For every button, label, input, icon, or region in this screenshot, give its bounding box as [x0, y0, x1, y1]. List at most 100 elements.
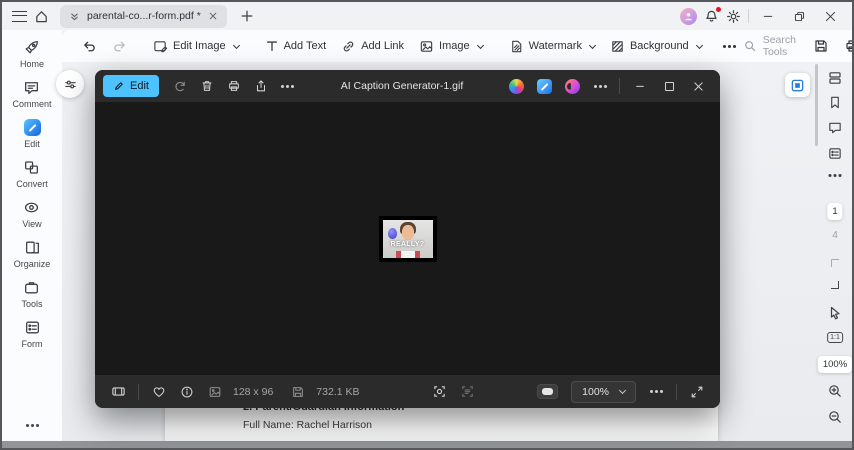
form-icon — [25, 321, 39, 334]
more-icon — [30, 424, 34, 427]
chevron-down-icon — [695, 41, 703, 49]
watermark-button[interactable]: Watermark — [503, 35, 601, 58]
viewer-zoom-level: 100% — [582, 385, 610, 398]
sidebar-item-organize[interactable]: Organize — [14, 239, 50, 269]
sidebar-more-button[interactable] — [30, 424, 34, 427]
undo-button[interactable] — [76, 35, 103, 58]
sidebar-item-form[interactable]: Form — [22, 319, 43, 349]
viewer-more-right-button[interactable] — [587, 73, 613, 99]
notifications-button[interactable] — [704, 6, 721, 24]
designer-app-icon[interactable] — [509, 78, 524, 94]
sliders-icon — [64, 80, 76, 88]
divider — [748, 9, 749, 23]
form-field-icon — [829, 148, 841, 159]
sidebar-item-tools[interactable]: Tools — [21, 279, 43, 309]
home-button[interactable] — [34, 9, 49, 24]
sidebar-item-edit[interactable]: Edit — [23, 119, 41, 149]
adjust-properties-button[interactable] — [56, 70, 84, 98]
watermark-icon — [511, 40, 521, 52]
sidebar-item-convert[interactable]: Convert — [16, 159, 48, 189]
more-icon — [286, 84, 290, 88]
image-dimensions-label: 128 x 96 — [233, 385, 274, 398]
viewer-share-button[interactable] — [248, 73, 274, 99]
sidebar-item-label: Form — [21, 339, 43, 349]
hamburger-icon — [12, 10, 27, 22]
filmstrip-button[interactable] — [105, 379, 131, 405]
more-icon — [833, 174, 837, 177]
viewer-maximize-button[interactable] — [655, 73, 683, 99]
tab-close-button[interactable] — [208, 11, 218, 21]
viewer-canvas: REALLY? — [95, 102, 720, 375]
zoom-out-button[interactable] — [827, 409, 843, 425]
sidebar-item-home[interactable]: Home — [20, 39, 44, 69]
add-link-button[interactable]: Add Link — [335, 35, 410, 58]
background-label: Background — [629, 40, 689, 52]
tab-collapse-icon[interactable] — [69, 11, 80, 22]
gif-image[interactable]: REALLY? — [378, 215, 437, 262]
window-restore-button[interactable] — [787, 5, 811, 27]
rotate-button[interactable] — [167, 73, 193, 99]
visual-search-button[interactable] — [426, 379, 452, 405]
viewer-minimize-button[interactable] — [626, 73, 654, 99]
delete-button[interactable] — [194, 73, 220, 99]
maximize-icon — [664, 81, 674, 91]
redo-button[interactable] — [106, 35, 133, 58]
viewer-edit-button[interactable]: Edit — [103, 75, 159, 97]
divider — [619, 78, 620, 94]
actual-size-button[interactable]: 1:1 — [827, 332, 843, 343]
filesize-icon — [285, 379, 311, 405]
viewer-close-button[interactable] — [684, 73, 712, 99]
info-button[interactable] — [174, 379, 200, 405]
current-page-box[interactable]: 1 — [827, 203, 843, 220]
rocket-icon — [26, 41, 39, 54]
statusbar-more-button[interactable] — [643, 379, 669, 405]
panel-toggle-button[interactable] — [785, 73, 810, 97]
sidebar-item-comment[interactable]: Comment — [12, 79, 52, 109]
print-button[interactable] — [838, 34, 854, 58]
zoom-level-label[interactable]: 100% — [817, 356, 853, 373]
fullscreen-button[interactable] — [684, 379, 710, 405]
divider — [676, 383, 678, 400]
user-avatar[interactable] — [680, 7, 697, 25]
sidebar-item-view[interactable]: View — [22, 199, 42, 229]
viewer-statusbar: 128 x 96 732.1 KB 100% — [95, 375, 720, 408]
next-page-button[interactable] — [831, 281, 839, 289]
thumbnails-panel-button[interactable] — [827, 70, 843, 86]
image-icon — [420, 40, 433, 52]
bookmarks-panel-button[interactable] — [828, 95, 843, 110]
photo-editor-app-icon[interactable] — [537, 78, 552, 94]
ocr-text-button[interactable] — [454, 379, 480, 405]
zoom-in-button[interactable] — [827, 383, 843, 399]
pdf-tab[interactable]: parental-co...r-form.pdf * — [60, 4, 227, 28]
settings-button[interactable] — [726, 9, 741, 24]
favorite-button[interactable] — [146, 379, 172, 405]
save-button[interactable] — [807, 34, 835, 58]
toolbar-more-button[interactable] — [722, 41, 737, 52]
search-tools[interactable]: Search Tools — [743, 34, 796, 58]
minimize-icon — [763, 15, 773, 17]
tab-title: parental-co...r-form.pdf * — [87, 10, 201, 22]
form-panel-button[interactable] — [828, 146, 843, 161]
person-face — [401, 224, 414, 240]
comment-bubble-icon — [829, 122, 841, 134]
background-button[interactable]: Background — [604, 35, 708, 58]
viewer-print-button[interactable] — [221, 73, 247, 99]
clipchamp-app-icon[interactable] — [565, 78, 580, 94]
total-pages-label: 4 — [832, 230, 838, 241]
new-tab-button[interactable] — [240, 9, 254, 23]
rail-more-button[interactable] — [833, 174, 837, 177]
previous-page-button[interactable] — [831, 259, 839, 267]
edit-image-button[interactable]: Edit Image — [147, 35, 245, 58]
viewer-more-left-button[interactable] — [275, 73, 301, 99]
menu-button[interactable] — [12, 10, 27, 22]
select-tool-button[interactable] — [827, 305, 843, 321]
window-minimize-button[interactable] — [756, 5, 780, 27]
fit-to-window-button[interactable] — [537, 384, 559, 399]
comments-panel-button[interactable] — [828, 120, 843, 135]
window-close-button[interactable] — [818, 5, 842, 27]
image-button[interactable]: Image — [413, 35, 489, 58]
viewer-zoom-dropdown[interactable]: 100% — [571, 380, 637, 403]
tab-bar: parental-co...r-form.pdf * — [2, 2, 852, 30]
add-text-button[interactable]: Add Text — [259, 35, 333, 57]
more-icon — [727, 44, 731, 48]
